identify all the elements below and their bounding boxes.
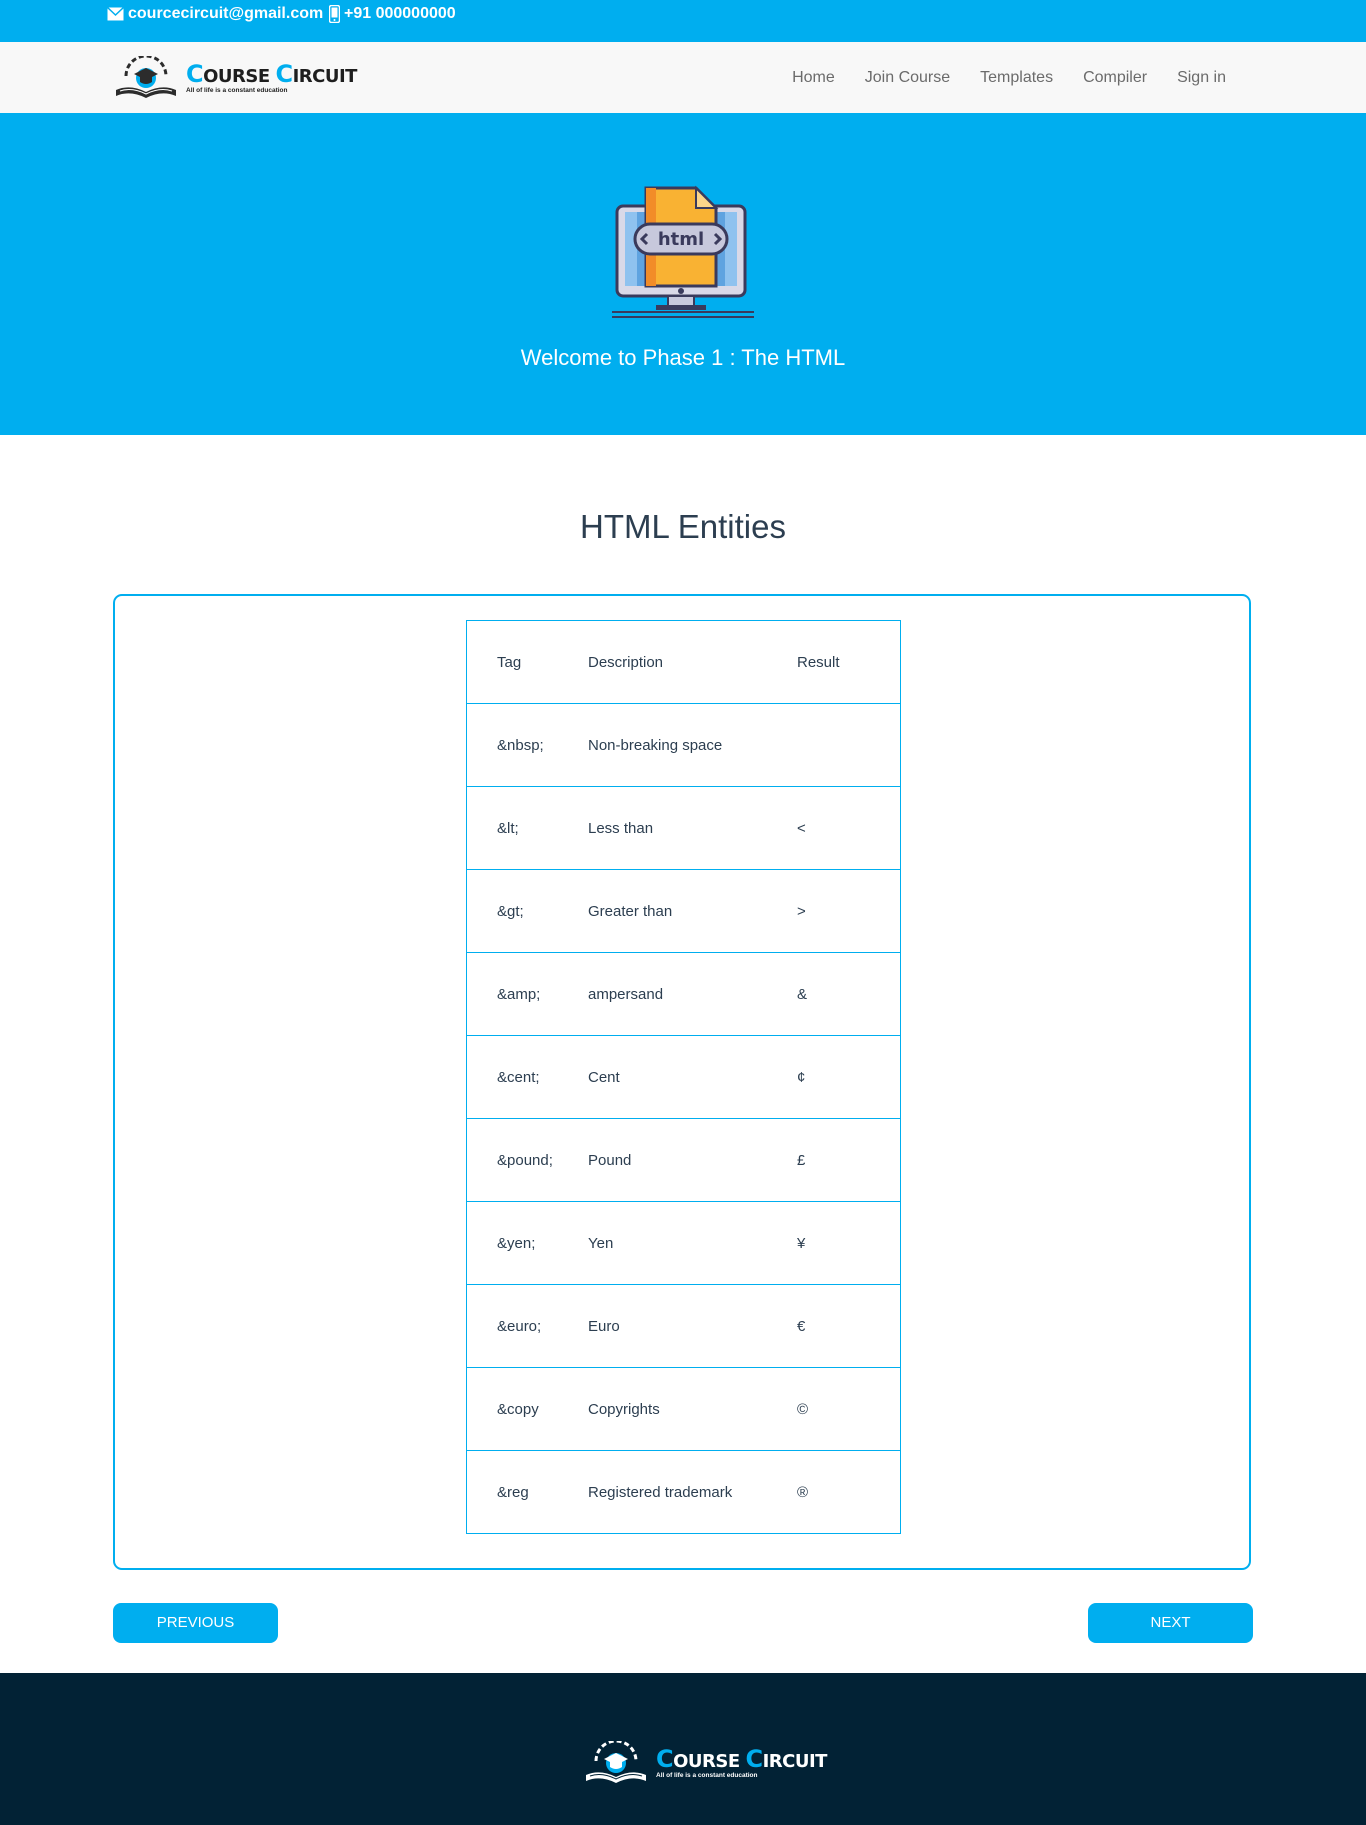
table-header-row: Tag Description Result [466, 620, 901, 704]
cell-tag: &reg [466, 1450, 588, 1534]
cell-result: & [797, 952, 901, 1036]
nav-join-course[interactable]: Join Course [865, 69, 950, 87]
contact-phone[interactable]: +91 000000000 [329, 5, 456, 23]
header-description: Description [588, 620, 797, 704]
cell-description: Pound [588, 1118, 797, 1202]
cell-result: < [797, 786, 901, 870]
table-row: &pound; Pound £ [466, 1118, 901, 1202]
nav-templates[interactable]: Templates [980, 69, 1053, 87]
mobile-phone-icon [329, 5, 340, 23]
table-row: &cent; Cent ¢ [466, 1035, 901, 1119]
cell-description: Copyrights [588, 1367, 797, 1451]
hero-title: Welcome to Phase 1 : The HTML [520, 345, 846, 370]
cell-result: € [797, 1284, 901, 1368]
previous-button[interactable]: PREVIOUS [113, 1603, 278, 1643]
brand-tagline: All of life is a constant education [186, 86, 288, 94]
table-row: &euro; Euro € [466, 1284, 901, 1368]
cell-description: Yen [588, 1201, 797, 1285]
cell-tag: &gt; [466, 869, 588, 953]
cell-tag: &euro; [466, 1284, 588, 1368]
cell-description: Euro [588, 1284, 797, 1368]
brand-cap-2: C [745, 1744, 763, 1773]
cell-result [797, 703, 901, 787]
cell-result: £ [797, 1118, 901, 1202]
cell-tag: &yen; [466, 1201, 588, 1285]
cell-tag: &amp; [466, 952, 588, 1036]
graduation-book-logo-icon [586, 1741, 646, 1783]
brand-name: COURSE CIRCUIT [186, 62, 357, 86]
footer: COURSE CIRCUIT All of life is a constant… [0, 1673, 1366, 1825]
html-monitor-icon: html [612, 185, 754, 318]
phone-text: +91 000000000 [344, 5, 456, 22]
entities-table: Tag Description Result &nbsp; Non-breakin… [466, 620, 901, 1534]
table-row: &copy Copyrights © [466, 1367, 901, 1451]
brand-rest-1: OURSE [673, 1750, 746, 1772]
cell-description: Greater than [588, 869, 797, 953]
brand-rest-2: IRCUIT [292, 65, 358, 87]
site-logo[interactable]: COURSE CIRCUIT All of life is a constant… [112, 56, 357, 100]
brand-cap-2: C [275, 59, 293, 88]
cell-tag: &lt; [466, 786, 588, 870]
brand-cap-1: C [186, 59, 204, 88]
header-tag: Tag [466, 620, 588, 704]
contact-email[interactable]: courcecircuit@gmail.com [107, 5, 323, 23]
cell-result: © [797, 1367, 901, 1451]
html-badge-text: html [658, 229, 704, 250]
envelope-icon [107, 7, 124, 21]
graduation-book-logo-icon [116, 56, 176, 98]
cell-description: ampersand [588, 952, 797, 1036]
hero-banner: html Welcome to Phase 1 : The HTML [0, 113, 1366, 435]
cell-description: Non-breaking space [588, 703, 797, 787]
cell-result: > [797, 869, 901, 953]
main-nav: Home Join Course Templates Compiler Sign… [762, 42, 1226, 113]
cell-tag: &pound; [466, 1118, 588, 1202]
nav-home[interactable]: Home [792, 69, 835, 87]
brand-rest-2: IRCUIT [762, 1750, 828, 1772]
cell-tag: &copy [466, 1367, 588, 1451]
page-title: HTML Entities [580, 508, 786, 545]
footer-brand-name: COURSE CIRCUIT [656, 1747, 827, 1771]
cell-description: Cent [588, 1035, 797, 1119]
contact-bar: courcecircuit@gmail.com +91 000000000 [0, 0, 1366, 42]
cell-result: ® [797, 1450, 901, 1534]
cell-description: Registered trademark [588, 1450, 797, 1534]
nav-compiler[interactable]: Compiler [1083, 69, 1147, 87]
table-row: &amp; ampersand & [466, 952, 901, 1036]
table-row: &reg Registered trademark ® [466, 1450, 901, 1534]
header-result: Result [797, 620, 901, 704]
email-text: courcecircuit@gmail.com [128, 5, 324, 22]
next-button[interactable]: NEXT [1088, 1603, 1253, 1643]
cell-tag: &cent; [466, 1035, 588, 1119]
brand-cap-1: C [656, 1744, 674, 1773]
cell-tag: &nbsp; [466, 703, 588, 787]
cell-result: ¢ [797, 1035, 901, 1119]
table-row: &lt; Less than < [466, 786, 901, 870]
nav-sign-in[interactable]: Sign in [1177, 69, 1226, 87]
footer-logo[interactable]: COURSE CIRCUIT All of life is a constant… [582, 1741, 827, 1785]
navbar: COURSE CIRCUIT All of life is a constant… [0, 42, 1366, 114]
table-row: &yen; Yen ¥ [466, 1201, 901, 1285]
brand-rest-1: OURSE [203, 65, 276, 87]
cell-result: ¥ [797, 1201, 901, 1285]
table-row: &nbsp; Non-breaking space [466, 703, 901, 787]
cell-description: Less than [588, 786, 797, 870]
table-row: &gt; Greater than > [466, 869, 901, 953]
footer-brand-tagline: All of life is a constant education [656, 1771, 758, 1779]
